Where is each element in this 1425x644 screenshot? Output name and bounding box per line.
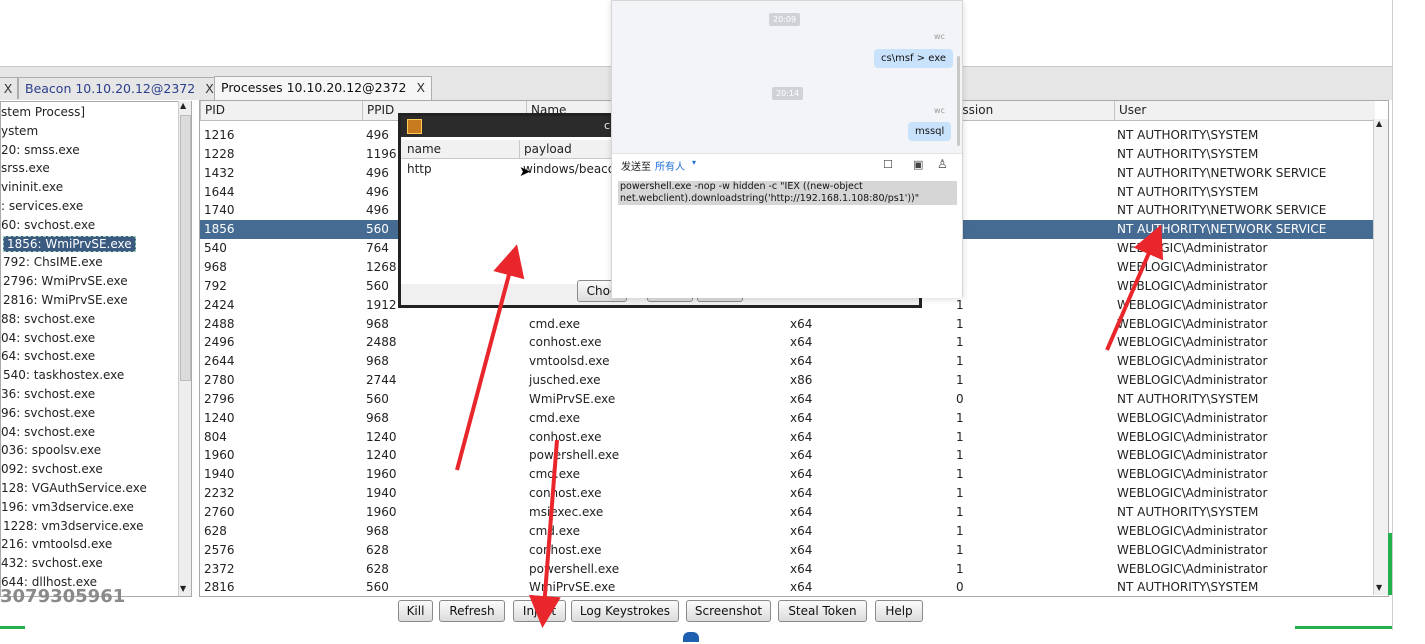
- annotation-overlay: [455, 224, 1164, 628]
- red-arrow-icon: [1105, 224, 1164, 351]
- mouse-cursor-icon: ➤: [519, 164, 531, 180]
- red-arrow-icon: [528, 439, 561, 628]
- red-arrow-icon: [455, 244, 525, 471]
